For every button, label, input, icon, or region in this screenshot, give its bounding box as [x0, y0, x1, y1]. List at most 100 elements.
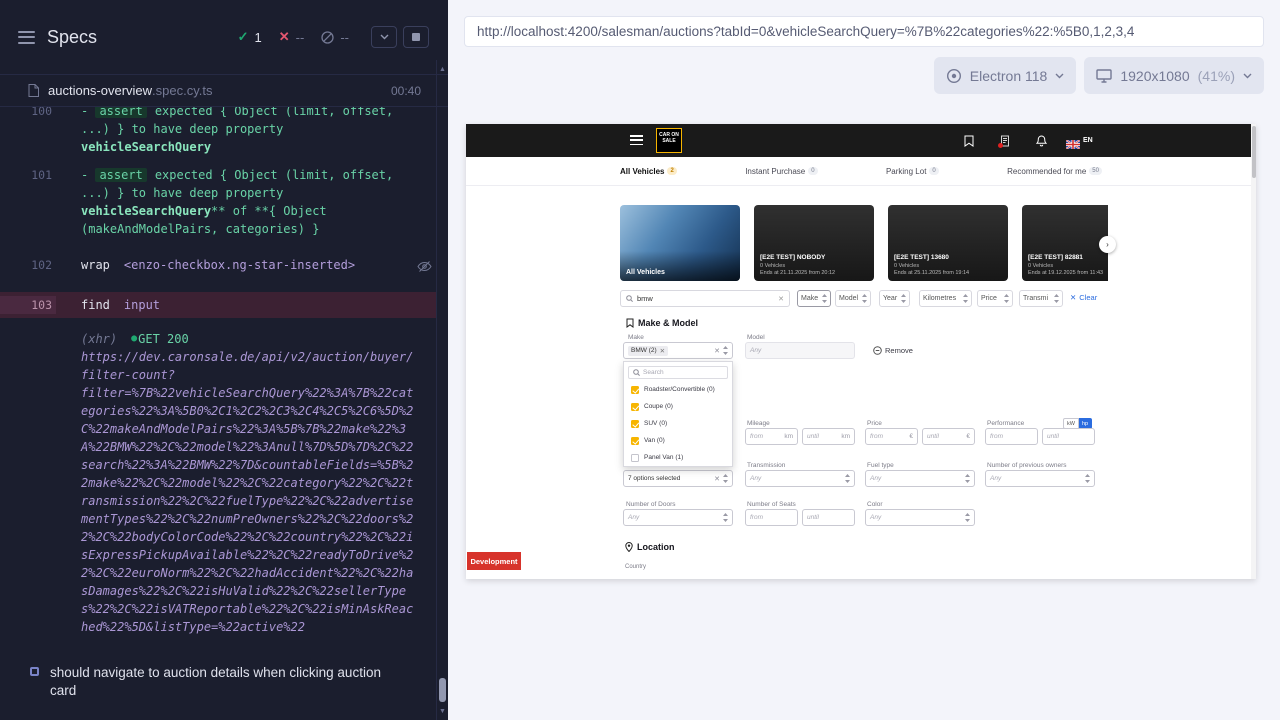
color-select[interactable]: Any — [865, 509, 975, 526]
clear-icon[interactable]: ✕ — [714, 475, 720, 483]
filter-pill-make[interactable]: Make — [797, 290, 831, 307]
log-xhr-entry[interactable]: (xhr)●GET 200 https://dev.caronsale.de/a… — [0, 328, 436, 638]
auction-card[interactable]: [E2E TEST] 82881 0 Vehicles Ends at 19.1… — [1022, 205, 1108, 281]
reporter-scrollbar[interactable]: ▲ ▼ — [436, 60, 448, 720]
auction-card-all-vehicles[interactable]: All Vehicles — [620, 205, 740, 281]
price-until-input[interactable]: until€ — [922, 428, 975, 445]
app-menu-icon[interactable] — [630, 135, 643, 145]
log-command-assert-101[interactable]: 101 - assertexpected { Object (limit, of… — [0, 164, 436, 240]
language-label[interactable]: EN — [1083, 137, 1093, 144]
tab-parking-lot[interactable]: Parking Lot 0 — [886, 167, 939, 176]
clear-filters-button[interactable]: ✕Clear — [1070, 293, 1097, 302]
unit-label: € — [909, 433, 913, 440]
xhr-url: https://dev.caronsale.de/api/v2/auction/… — [81, 348, 414, 636]
clear-label: Clear — [1079, 293, 1097, 302]
spec-file-icon — [28, 84, 39, 97]
transmission-select[interactable]: Any — [745, 470, 855, 487]
auction-tabs: All Vehicles 2 Instant Purchase 0 Parkin… — [466, 157, 1256, 186]
scroll-down-icon[interactable]: ▼ — [437, 707, 448, 717]
log-command-wrap[interactable]: 102 wrap<enzo-checkbox.ng-star-inserted> — [0, 254, 436, 276]
tab-all-vehicles[interactable]: All Vehicles 2 — [620, 167, 677, 176]
chip-remove-icon[interactable]: ✕ — [660, 347, 665, 355]
tab-instant-purchase[interactable]: Instant Purchase 0 — [745, 167, 817, 176]
fuel-type-select[interactable]: Any — [865, 470, 975, 487]
log-command-assert-100[interactable]: 100 - assertexpected { Object (limit, of… — [0, 107, 436, 158]
stop-button[interactable] — [403, 26, 429, 48]
monitor-icon — [1096, 69, 1112, 83]
make-multiselect[interactable]: BMW (2)✕ ✕ — [623, 342, 733, 359]
filter-pill-price[interactable]: Price — [977, 290, 1013, 307]
card-end-date: Ends at 21.11.2025 from 20:12 — [760, 270, 835, 277]
input-placeholder: until — [807, 514, 850, 521]
previous-owners-select[interactable]: Any — [985, 470, 1095, 487]
checkbox-checked-icon[interactable] — [631, 437, 639, 445]
specs-menu-icon[interactable] — [18, 31, 35, 44]
clear-icon[interactable]: ✕ — [714, 347, 720, 355]
checkbox-checked-icon[interactable] — [631, 420, 639, 428]
filter-pill-model[interactable]: Model — [835, 290, 871, 307]
mileage-until-input[interactable]: untilkm — [802, 428, 855, 445]
option-suv[interactable]: SUV (0) — [624, 415, 732, 432]
option-van[interactable]: Van (0) — [624, 432, 732, 449]
input-placeholder: until — [807, 433, 839, 440]
seats-until-input[interactable]: until — [802, 509, 855, 526]
aut-url-bar[interactable]: http://localhost:4200/salesman/auctions?… — [464, 16, 1264, 47]
app-scrollbar[interactable] — [1251, 124, 1256, 579]
seats-from-input[interactable]: from — [745, 509, 798, 526]
language-flag-icon[interactable] — [1066, 136, 1080, 154]
assert-message: ** of ** — [211, 204, 269, 218]
pending-test[interactable]: should navigate to auction details when … — [0, 664, 436, 700]
app-logo[interactable]: CAR ON SALE — [656, 128, 682, 153]
option-label: Panel Van (1) — [644, 454, 683, 461]
vehicle-search-input[interactable]: bmw ✕ — [620, 290, 790, 307]
card-title: [E2E TEST] 13680 — [894, 254, 969, 261]
filter-pill-kilometres[interactable]: Kilometres — [919, 290, 972, 307]
auction-card[interactable]: [E2E TEST] NOBODY 0 Vehicles Ends at 21.… — [754, 205, 874, 281]
category-multiselect[interactable]: 7 options selected ✕ — [623, 470, 733, 487]
bell-icon[interactable] — [1036, 134, 1047, 152]
checkbox-unchecked-icon[interactable] — [631, 454, 639, 462]
remove-make-button[interactable]: Remove — [873, 346, 913, 355]
browser-name: Electron 118 — [970, 68, 1048, 84]
doors-select[interactable]: Any — [623, 509, 733, 526]
collapse-button[interactable] — [371, 26, 397, 48]
mileage-from-input[interactable]: fromkm — [745, 428, 798, 445]
checkbox-checked-icon[interactable] — [631, 386, 639, 394]
dropdown-search-input[interactable]: Search — [628, 366, 728, 379]
price-from-input[interactable]: from€ — [865, 428, 918, 445]
auction-card[interactable]: [E2E TEST] 13680 0 Vehicles Ends at 25.1… — [888, 205, 1008, 281]
option-coupe[interactable]: Coupe (0) — [624, 398, 732, 415]
card-title: [E2E TEST] NOBODY — [760, 254, 835, 261]
bookmark-icon[interactable] — [964, 134, 974, 152]
browser-selector[interactable]: Electron 118 — [934, 57, 1077, 94]
command-target: input — [124, 298, 160, 312]
performance-from-input[interactable]: from — [985, 428, 1038, 445]
clear-search-icon[interactable]: ✕ — [778, 295, 784, 303]
tab-recommended[interactable]: Recommended for me 50 — [1007, 167, 1102, 176]
scroll-up-icon[interactable]: ▲ — [437, 65, 448, 75]
price-label: Price — [867, 420, 882, 427]
unit-label: km — [784, 433, 793, 440]
select-placeholder: Any — [628, 514, 723, 521]
pending-test-title: should navigate to auction details when … — [50, 664, 406, 700]
app-scrollbar-thumb[interactable] — [1252, 126, 1256, 178]
location-section-header: Location — [625, 542, 675, 552]
filter-pill-transmission[interactable]: Transmi — [1019, 290, 1063, 307]
filter-pill-year[interactable]: Year — [879, 290, 910, 307]
make-model-section-header: Make & Model — [626, 318, 698, 328]
stepper-icon — [965, 474, 970, 483]
log-command-find[interactable]: 103 findinput — [0, 292, 436, 318]
performance-until-input[interactable]: until — [1042, 428, 1095, 445]
carousel-next-button[interactable]: › — [1099, 236, 1116, 253]
checkbox-checked-icon[interactable] — [631, 403, 639, 411]
model-select[interactable]: Any — [745, 342, 855, 359]
option-roadster[interactable]: Roadster/Convertible (0) — [624, 381, 732, 398]
notification-dot — [998, 143, 1003, 148]
option-panel-van[interactable]: Panel Van (1) — [624, 449, 732, 466]
tab-count-badge: 50 — [1089, 167, 1102, 175]
scrollbar-thumb[interactable] — [439, 678, 446, 702]
aut-panel: http://localhost:4200/salesman/auctions?… — [448, 0, 1280, 720]
viewport-selector[interactable]: 1920x1080 (41%) — [1084, 57, 1264, 94]
option-label: Van (0) — [644, 437, 665, 444]
spec-row[interactable]: auctions-overview.spec.cy.ts 00:40 — [0, 74, 448, 107]
